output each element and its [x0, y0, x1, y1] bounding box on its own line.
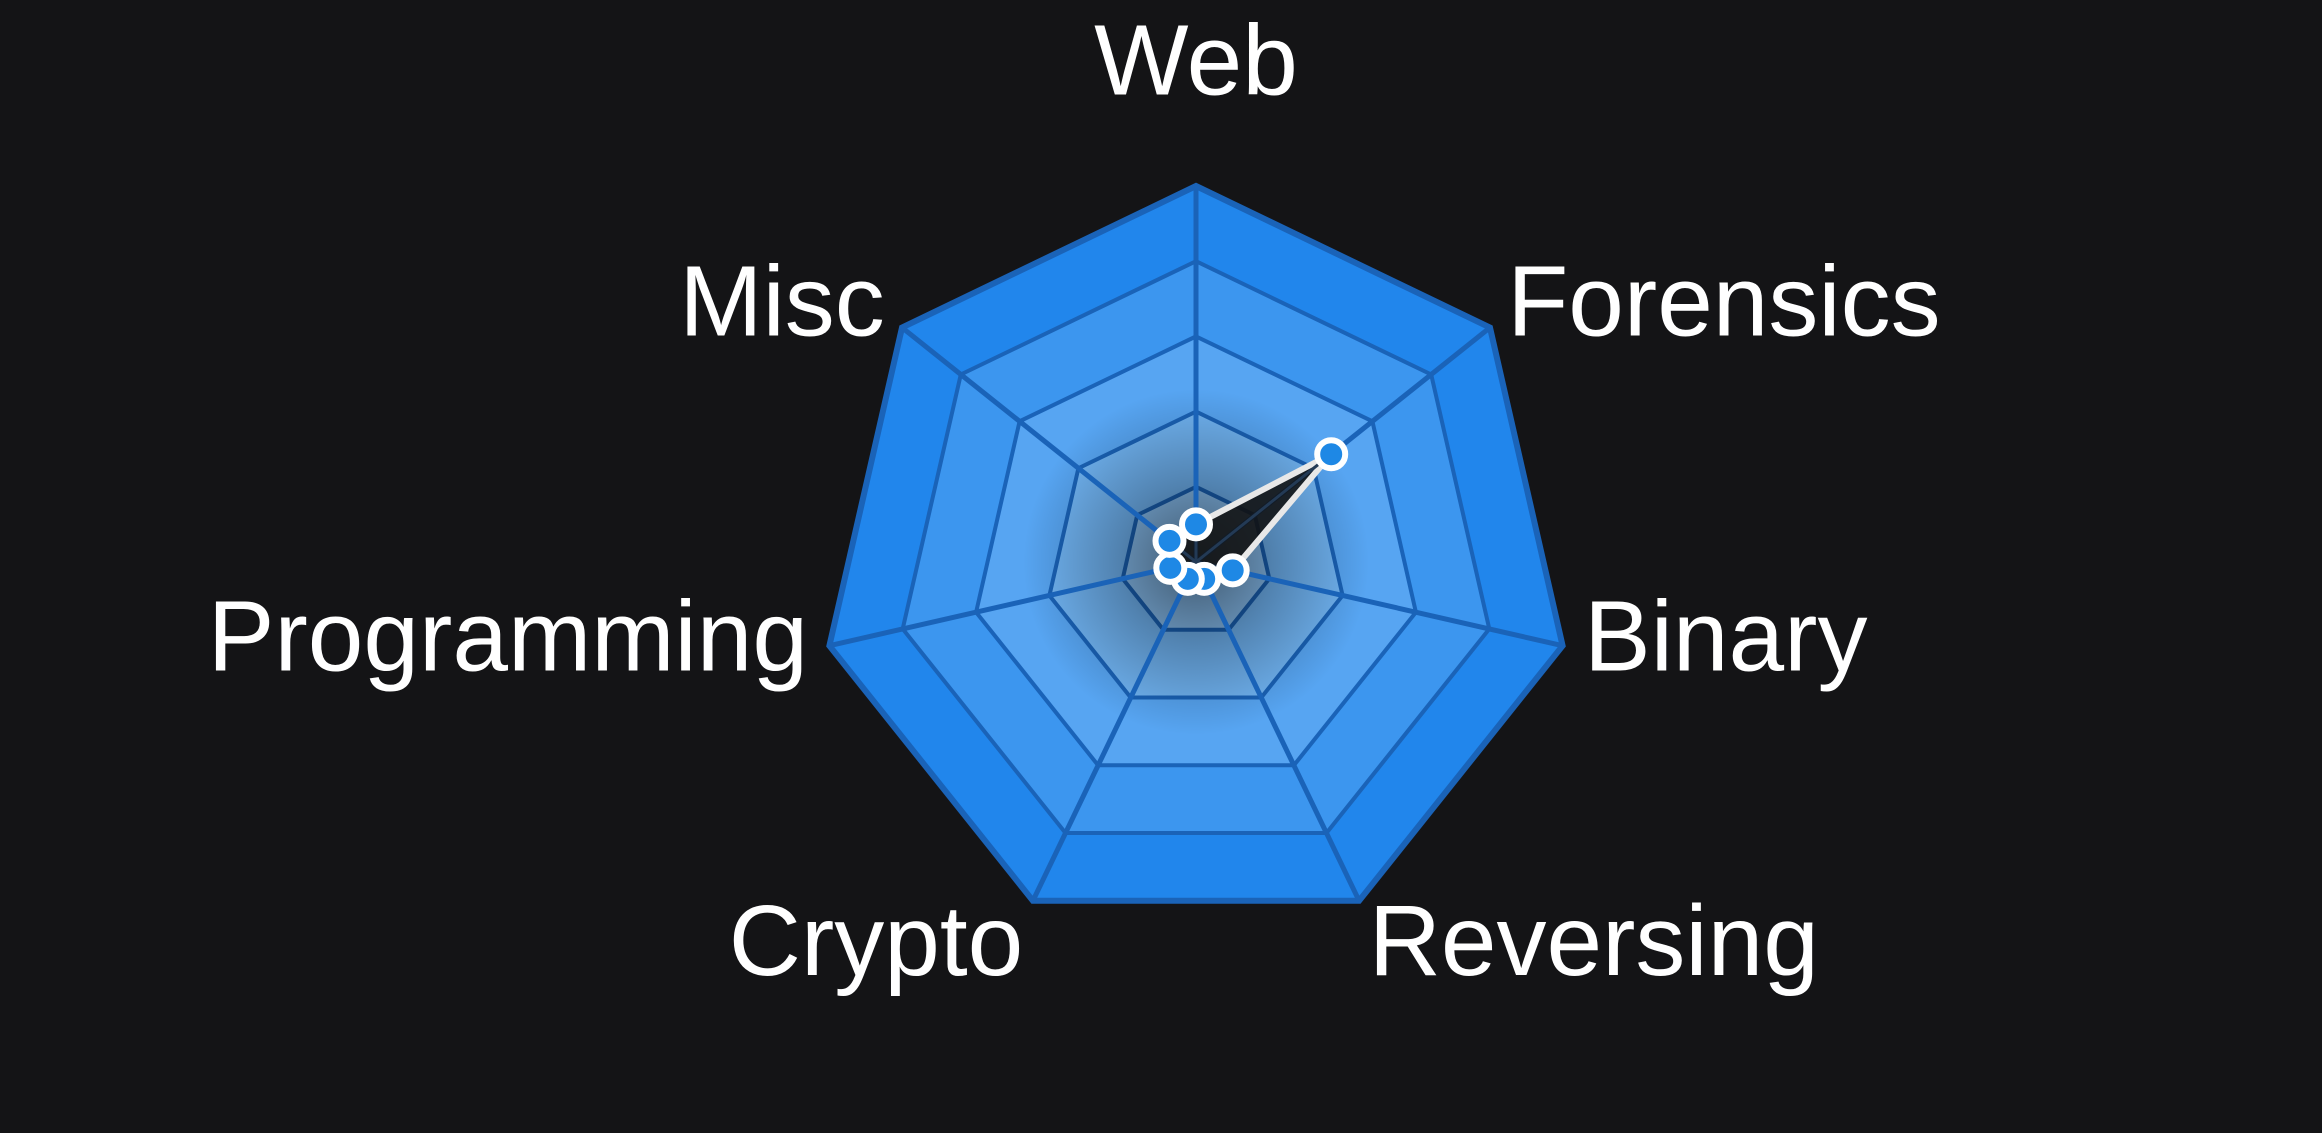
axis-label-misc: Misc [679, 246, 885, 358]
axis-label-programming: Programming [208, 581, 808, 693]
data-point-misc [1152, 523, 1187, 558]
axis-label-forensics: Forensics [1507, 246, 1940, 358]
data-point-programming [1153, 550, 1188, 585]
radar-chart-svg: Web Forensics Binary Reversing Crypto Program… [208, 4, 1941, 997]
axis-label-crypto: Crypto [729, 885, 1024, 997]
axis-label-binary: Binary [1584, 581, 1867, 693]
data-point-binary [1215, 553, 1250, 588]
axis-label-reversing: Reversing [1369, 885, 1819, 997]
axis-label-web: Web [1094, 4, 1298, 116]
data-point-forensics [1314, 437, 1349, 472]
radar-chart: Web Forensics Binary Reversing Crypto Program… [0, 0, 2322, 1133]
data-point-web [1179, 507, 1213, 542]
